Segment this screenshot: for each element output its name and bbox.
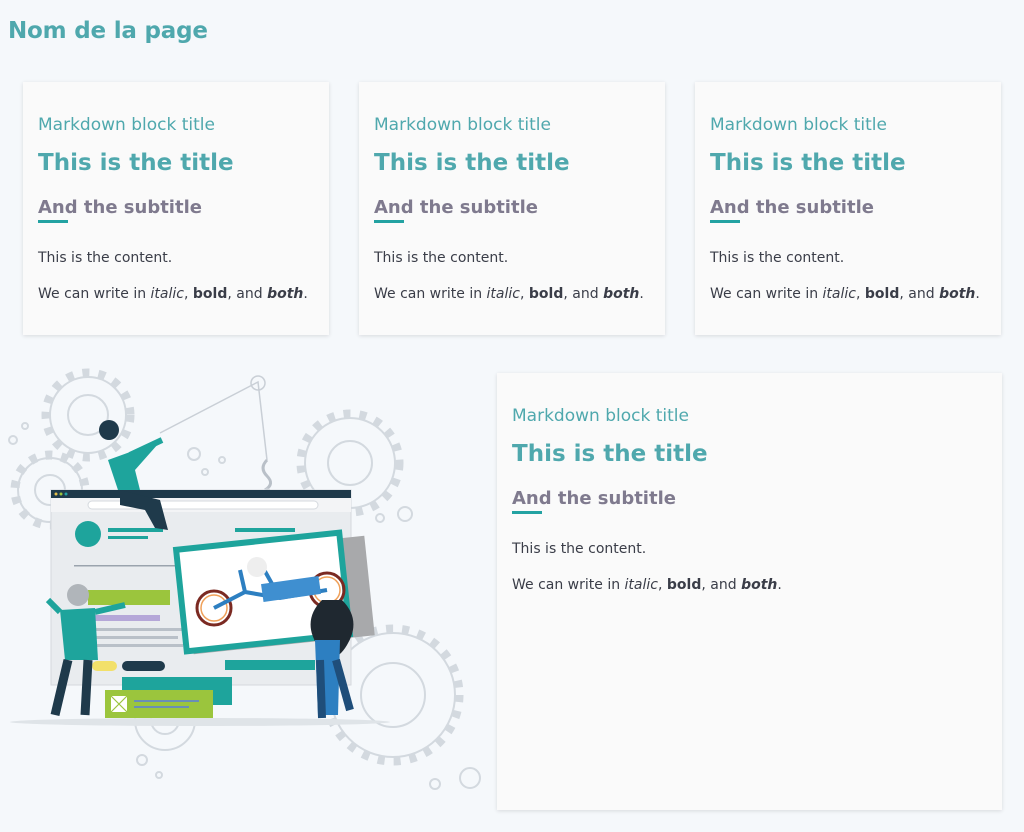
content-italic: italic (624, 577, 658, 593)
content-sep: , (657, 577, 667, 593)
markdown-card-3: Markdown block title This is the title A… (695, 82, 1001, 335)
block-title: Markdown block title (38, 115, 215, 135)
markdown-card-1: Markdown block title This is the title A… (23, 82, 329, 335)
page: Nom de la page Markdown block title This… (0, 0, 1024, 832)
content-bold: bold (864, 286, 900, 302)
page-title: Nom de la page (8, 18, 208, 44)
card-subtitle: And the subtitle (38, 197, 202, 218)
content-prefix: We can write in (38, 286, 151, 302)
subtitle-underline (38, 220, 68, 223)
card-subtitle: And the subtitle (710, 197, 874, 218)
content-bold-italic: both (267, 286, 304, 302)
card-title: This is the title (710, 150, 906, 176)
markdown-card-2: Markdown block title This is the title A… (359, 82, 665, 335)
card-content: This is the content. (38, 250, 173, 266)
block-title: Markdown block title (374, 115, 551, 135)
content-italic: italic (486, 286, 520, 302)
content-suffix: . (303, 286, 308, 302)
content-suffix: . (639, 286, 644, 302)
card-title: This is the title (512, 441, 708, 467)
card-content: This is the content. (710, 250, 845, 266)
content-italic: italic (150, 286, 184, 302)
content-bold: bold (528, 286, 564, 302)
content-sep: , (855, 286, 865, 302)
content-bold-italic: both (741, 577, 778, 593)
card-title: This is the title (38, 150, 234, 176)
content-bold-italic: both (603, 286, 640, 302)
card-subtitle: And the subtitle (512, 488, 676, 509)
card-title: This is the title (374, 150, 570, 176)
content-prefix: We can write in (374, 286, 487, 302)
content-suffix: . (777, 577, 782, 593)
content-suffix: . (975, 286, 980, 302)
content-sep: , and (563, 286, 604, 302)
content-sep: , (519, 286, 529, 302)
card-content: This is the content. (512, 541, 647, 557)
content-bold-italic: both (939, 286, 976, 302)
subtitle-underline (710, 220, 740, 223)
content-bold: bold (192, 286, 228, 302)
content-bold: bold (666, 577, 702, 593)
block-title: Markdown block title (710, 115, 887, 135)
card-content-formatted: We can write in italic, bold, and both. (710, 286, 980, 302)
subtitle-underline (374, 220, 404, 223)
content-sep: , and (701, 577, 742, 593)
content-sep: , and (227, 286, 268, 302)
content-sep: , and (899, 286, 940, 302)
card-subtitle: And the subtitle (374, 197, 538, 218)
subtitle-underline (512, 511, 542, 514)
block-title: Markdown block title (512, 406, 689, 426)
card-content: This is the content. (374, 250, 509, 266)
team-building-website-illustration (8, 368, 481, 790)
card-content-formatted: We can write in italic, bold, and both. (374, 286, 644, 302)
card-content-formatted: We can write in italic, bold, and both. (38, 286, 308, 302)
markdown-card-4: Markdown block title This is the title A… (497, 373, 1002, 810)
content-italic: italic (822, 286, 856, 302)
card-content-formatted: We can write in italic, bold, and both. (512, 577, 782, 593)
content-sep: , (183, 286, 193, 302)
content-prefix: We can write in (512, 577, 625, 593)
content-prefix: We can write in (710, 286, 823, 302)
